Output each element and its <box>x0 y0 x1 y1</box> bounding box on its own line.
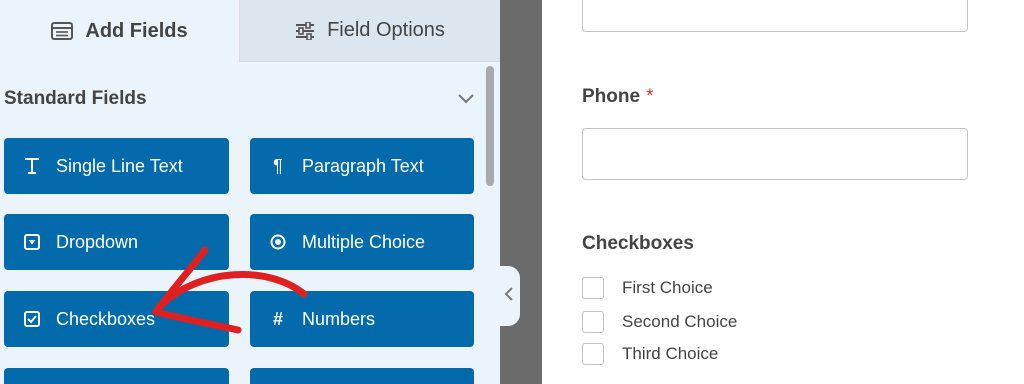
radio-icon <box>268 232 288 252</box>
checkbox-choice-row[interactable]: Third Choice <box>582 342 718 366</box>
panel-divider <box>500 0 542 384</box>
scrollbar-thumb[interactable] <box>486 66 494 186</box>
panel-tabs: Add Fields Field Options <box>0 0 500 62</box>
paragraph-text-button[interactable]: ¶ Paragraph Text <box>250 138 474 194</box>
scrollbar[interactable] <box>484 66 496 384</box>
single-line-text-label: Single Line Text <box>56 155 183 176</box>
list-icon <box>51 22 74 40</box>
choice-checkbox[interactable] <box>582 277 604 299</box>
choice-label: First Choice <box>622 278 713 297</box>
field-button-partial[interactable] <box>250 368 474 384</box>
dropdown-button[interactable]: Dropdown <box>4 214 229 270</box>
choice-checkbox[interactable] <box>582 311 604 333</box>
phone-label-text: Phone <box>582 86 641 107</box>
phone-label: Phone * <box>582 86 653 108</box>
tab-field-options[interactable]: Field Options <box>240 0 500 62</box>
checkbox-icon <box>22 309 42 329</box>
text-icon <box>22 156 42 176</box>
dropdown-label: Dropdown <box>56 231 139 252</box>
required-marker: * <box>646 86 654 107</box>
checkboxes-button[interactable]: Checkboxes <box>4 291 229 347</box>
single-line-text-button[interactable]: Single Line Text <box>4 138 229 194</box>
form-preview: Phone * Checkboxes First Choice Second Ch… <box>542 0 1024 384</box>
checkbox-choice-row[interactable]: Second Choice <box>582 310 737 334</box>
choice-label: Second Choice <box>622 312 738 331</box>
choice-checkbox[interactable] <box>582 343 604 365</box>
choice-label: Third Choice <box>622 344 719 363</box>
numbers-label: Numbers <box>302 308 376 329</box>
dropdown-icon <box>22 232 42 252</box>
paragraph-text-label: Paragraph Text <box>302 155 424 176</box>
standard-fields-title: Standard Fields <box>4 88 147 109</box>
checkboxes-label: Checkboxes <box>56 308 156 329</box>
checkboxes-field-label: Checkboxes <box>582 233 694 254</box>
add-fields-panel: Add Fields Field Options Standard Fields… <box>0 0 500 384</box>
chevron-down-icon[interactable] <box>456 89 476 109</box>
tab-field-options-label: Field Options <box>327 19 445 41</box>
checkbox-choice-row[interactable]: First Choice <box>582 276 713 300</box>
tab-add-fields[interactable]: Add Fields <box>0 0 240 62</box>
collapse-panel-button[interactable] <box>498 266 520 326</box>
previous-field-input[interactable] <box>582 0 968 32</box>
chevron-left-icon <box>504 286 513 306</box>
phone-input[interactable] <box>582 128 968 180</box>
sliders-icon <box>295 21 315 40</box>
multiple-choice-label: Multiple Choice <box>302 231 426 252</box>
tab-add-fields-label: Add Fields <box>85 19 188 42</box>
paragraph-icon: ¶ <box>273 155 283 176</box>
standard-fields-header[interactable]: Standard Fields <box>0 80 480 118</box>
field-button-partial[interactable] <box>4 368 229 384</box>
multiple-choice-button[interactable]: Multiple Choice <box>250 214 474 270</box>
numbers-button[interactable]: # Numbers <box>250 291 474 347</box>
hash-icon: # <box>272 308 283 329</box>
